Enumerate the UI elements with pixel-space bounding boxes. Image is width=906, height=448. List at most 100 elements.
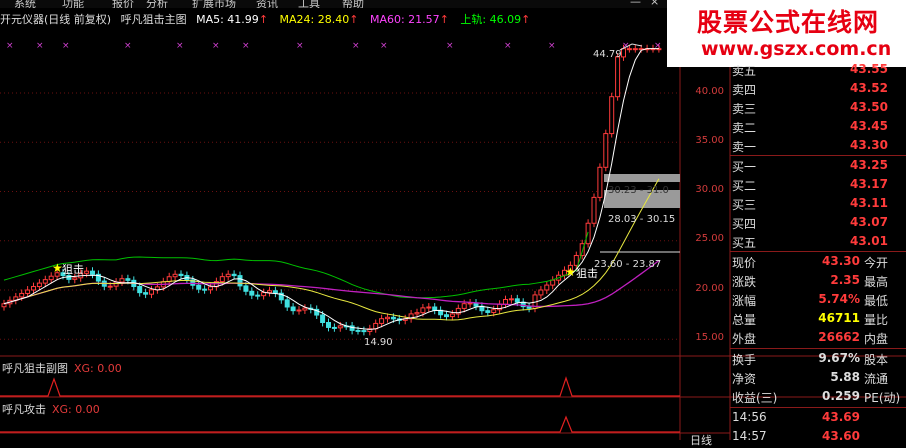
candle-body: [514, 298, 520, 303]
y-axis-label: 15.00: [695, 332, 724, 343]
orderbook-divider: [730, 155, 906, 156]
signal1-label: 狙击: [62, 263, 84, 276]
candle-body: [597, 166, 603, 198]
order-buy-5: 买五 43.01: [732, 234, 888, 250]
candle-body: [414, 312, 420, 315]
candle-body: [390, 316, 396, 320]
order-sell-1: 卖一 43.30: [732, 138, 888, 154]
candle-body: [84, 270, 90, 274]
candle-body: [508, 298, 514, 301]
signal-star-icon: ★: [565, 265, 576, 279]
x-marker-icon: ×: [504, 41, 512, 51]
quote-row-change: 涨跌 2.35 最高: [732, 273, 889, 289]
quote-row-price: 现价 43.30 今开: [732, 254, 889, 270]
x-markers: × × × × × × × × × × × × × × ×: [6, 41, 662, 51]
candle-body: [31, 286, 36, 291]
range-band-top: [604, 174, 680, 182]
y-axis-label: 30.00: [695, 184, 724, 195]
x-marker-icon: ×: [352, 41, 360, 51]
candle-body: [237, 275, 243, 287]
ma24-line: [3, 178, 660, 321]
candle-body: [609, 96, 615, 135]
quote-row-eps: 收益(三) 0.259 PE(动): [732, 389, 901, 405]
x-marker-icon: ×: [380, 41, 388, 51]
candle-body: [302, 307, 308, 311]
quote-row-pct: 涨幅 5.74% 最低: [732, 292, 889, 308]
candle-body: [615, 56, 621, 98]
candle-body: [36, 282, 42, 288]
candle-body: [491, 309, 497, 313]
tick-divider: [730, 407, 906, 408]
candle-body: [25, 289, 31, 294]
x-marker-icon: ×: [296, 41, 304, 51]
watermark-title: 股票公式在线网: [697, 8, 880, 37]
candle-body: [591, 196, 597, 224]
x-marker-icon: ×: [176, 41, 184, 51]
candle-body: [272, 290, 278, 294]
candle-body: [550, 279, 556, 286]
sub1-title[interactable]: 呼凡狙击副图 XG: 0.00: [2, 360, 122, 376]
sub1-xg-line: [0, 376, 680, 397]
candle-body: [331, 326, 337, 329]
candle-body: [320, 314, 326, 323]
candle-body: [66, 274, 72, 280]
candle-body: [1, 303, 7, 308]
sub1-value: XG: 0.00: [74, 362, 122, 375]
candle-body: [48, 275, 54, 281]
order-buy-3: 买三 43.11: [732, 196, 888, 212]
site-watermark: 股票公式在线网 www.gszx.com.cn: [667, 0, 906, 67]
candle-body: [461, 303, 467, 309]
candle-body: [19, 292, 25, 298]
sub2-xg-line: [0, 415, 680, 433]
quote-row-turnover: 换手 9.67% 股本: [732, 351, 889, 367]
candle-body: [444, 314, 449, 318]
period-label[interactable]: 日线: [690, 432, 712, 448]
candlesticks: [1, 44, 662, 336]
x-marker-icon: ×: [212, 41, 220, 51]
candle-body: [143, 292, 149, 295]
candle-body: [90, 270, 95, 275]
candle-body: [208, 286, 213, 291]
candle-body: [420, 307, 426, 314]
candle-body: [202, 288, 208, 291]
candle-body: [355, 329, 361, 332]
candle-body: [261, 292, 267, 297]
order-sell-4: 卖四 43.52: [732, 81, 888, 97]
candle-body: [284, 299, 290, 308]
order-buy-4: 买四 43.07: [732, 215, 888, 231]
order-sell-3: 卖三 43.50: [732, 100, 888, 116]
x-marker-icon: ×: [446, 41, 454, 51]
quote-row-outer: 外盘 26662 内盘: [732, 330, 889, 346]
candle-body: [426, 306, 432, 309]
candle-body: [603, 133, 609, 168]
candle-body: [107, 285, 113, 288]
sub2-title[interactable]: 呼凡攻击 XG: 0.00: [2, 401, 100, 417]
candle-body: [449, 313, 455, 318]
y-axis-label: 25.00: [695, 233, 724, 244]
order-sell-2: 卖二 43.45: [732, 119, 888, 135]
candle-body: [379, 318, 385, 324]
y-axis-label: 20.00: [695, 283, 724, 294]
y-axis-label: 35.00: [695, 135, 724, 146]
candle-body: [249, 290, 255, 296]
signal2-label: 狙击: [576, 267, 598, 280]
x-marker-icon: ×: [548, 41, 556, 51]
candle-body: [42, 279, 48, 284]
candle-body: [231, 273, 237, 277]
candle-body: [544, 284, 550, 291]
candle-body: [538, 289, 544, 296]
candle-body: [296, 309, 302, 312]
tick-row: 14:57 43.60: [732, 429, 860, 443]
candle-body: [267, 290, 272, 294]
sub1-name: 呼凡狙击副图: [2, 362, 68, 375]
y-axis-label: 40.00: [695, 86, 724, 97]
ma5-line: [3, 48, 659, 330]
candle-body: [349, 325, 355, 331]
candle-body: [225, 273, 231, 278]
candle-body: [361, 330, 367, 333]
candle-body: [178, 273, 184, 277]
candle-body: [243, 285, 249, 292]
candle-body: [219, 276, 225, 283]
candle-body: [573, 255, 579, 266]
candle-body: [337, 325, 343, 329]
